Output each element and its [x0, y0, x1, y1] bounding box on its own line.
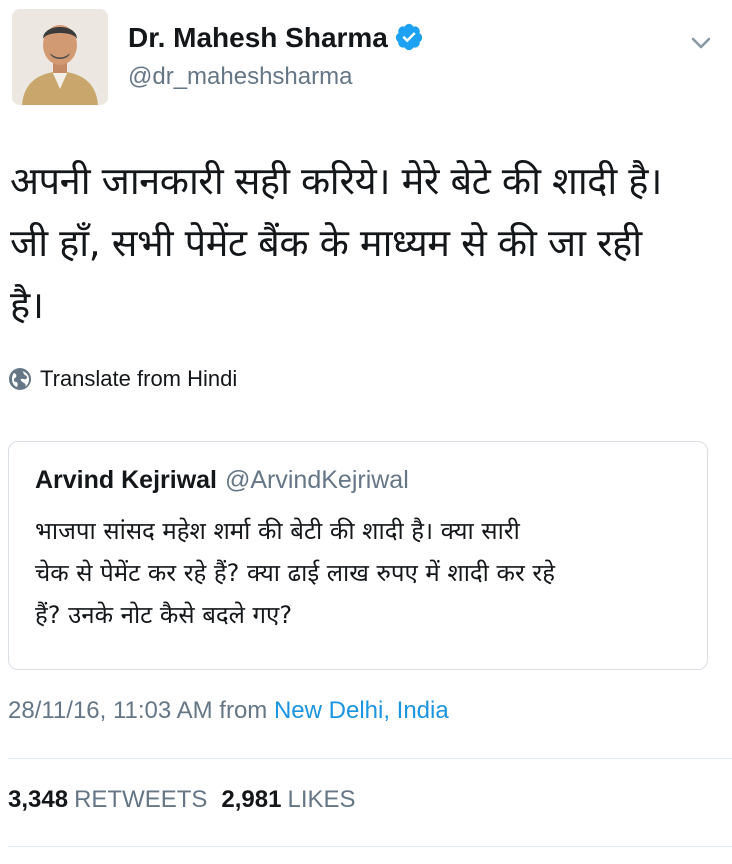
retweets-count[interactable]: 3,348: [8, 786, 68, 813]
quoted-text-line: भाजपा सांसद महेश शर्मा की बेटी की शादी ह…: [35, 517, 520, 545]
quoted-author-handle: @ArvindKejriwal: [225, 466, 409, 494]
translate-link[interactable]: Translate from Hindi: [8, 366, 237, 392]
author-name[interactable]: Dr. Mahesh Sharma: [128, 22, 424, 54]
quoted-author: Arvind Kejriwal @ArvindKejriwal: [35, 466, 409, 495]
location-link[interactable]: New Delhi, India: [274, 697, 449, 724]
chevron-down-icon[interactable]: [684, 26, 718, 60]
likes-label[interactable]: LIKES: [287, 786, 355, 813]
divider: [8, 758, 732, 759]
verified-badge-icon: [395, 23, 422, 51]
tweet-stats: 3,348 RETWEETS 2,981 LIKES: [8, 786, 370, 814]
quoted-tweet[interactable]: Arvind Kejriwal @ArvindKejriwal भाजपा सां…: [8, 441, 708, 670]
tweet-text-line: है।: [10, 283, 44, 327]
retweets-label[interactable]: RETWEETS: [74, 786, 207, 813]
tweet-text: अपनी जानकारी सही करिये। मेरे बेटे की शाद…: [10, 150, 722, 336]
quoted-author-name: Arvind Kejriwal: [35, 466, 217, 494]
profile-photo-icon: [12, 9, 108, 105]
tweet-meta: 28/11/16, 11:03 AM from New Delhi, India: [8, 697, 449, 725]
author-name-text[interactable]: Dr. Mahesh Sharma: [128, 22, 388, 53]
quoted-text-line: चेक से पेमेंट कर रहे हैं? क्या ढाई लाख र…: [35, 559, 555, 587]
author-handle[interactable]: @dr_maheshsharma: [128, 63, 352, 91]
from-label: from: [219, 697, 268, 724]
tweet-text-line: अपनी जानकारी सही करिये। मेरे बेटे की शाद…: [10, 159, 662, 203]
translate-label[interactable]: Translate from Hindi: [40, 366, 237, 391]
globe-icon: [9, 368, 31, 390]
timestamp[interactable]: 28/11/16, 11:03 AM: [8, 697, 213, 724]
tweet-text-line: जी हाँ, सभी पेमेंट बैंक के माध्यम से की …: [10, 221, 642, 265]
quoted-text-line: हैं? उनके नोट कैसे बदले गए?: [35, 601, 293, 629]
likes-count[interactable]: 2,981: [221, 786, 281, 813]
quoted-tweet-text: भाजपा सांसद महेश शर्मा की बेटी की शादी ह…: [35, 510, 695, 636]
avatar[interactable]: [12, 9, 108, 105]
divider: [8, 846, 732, 847]
